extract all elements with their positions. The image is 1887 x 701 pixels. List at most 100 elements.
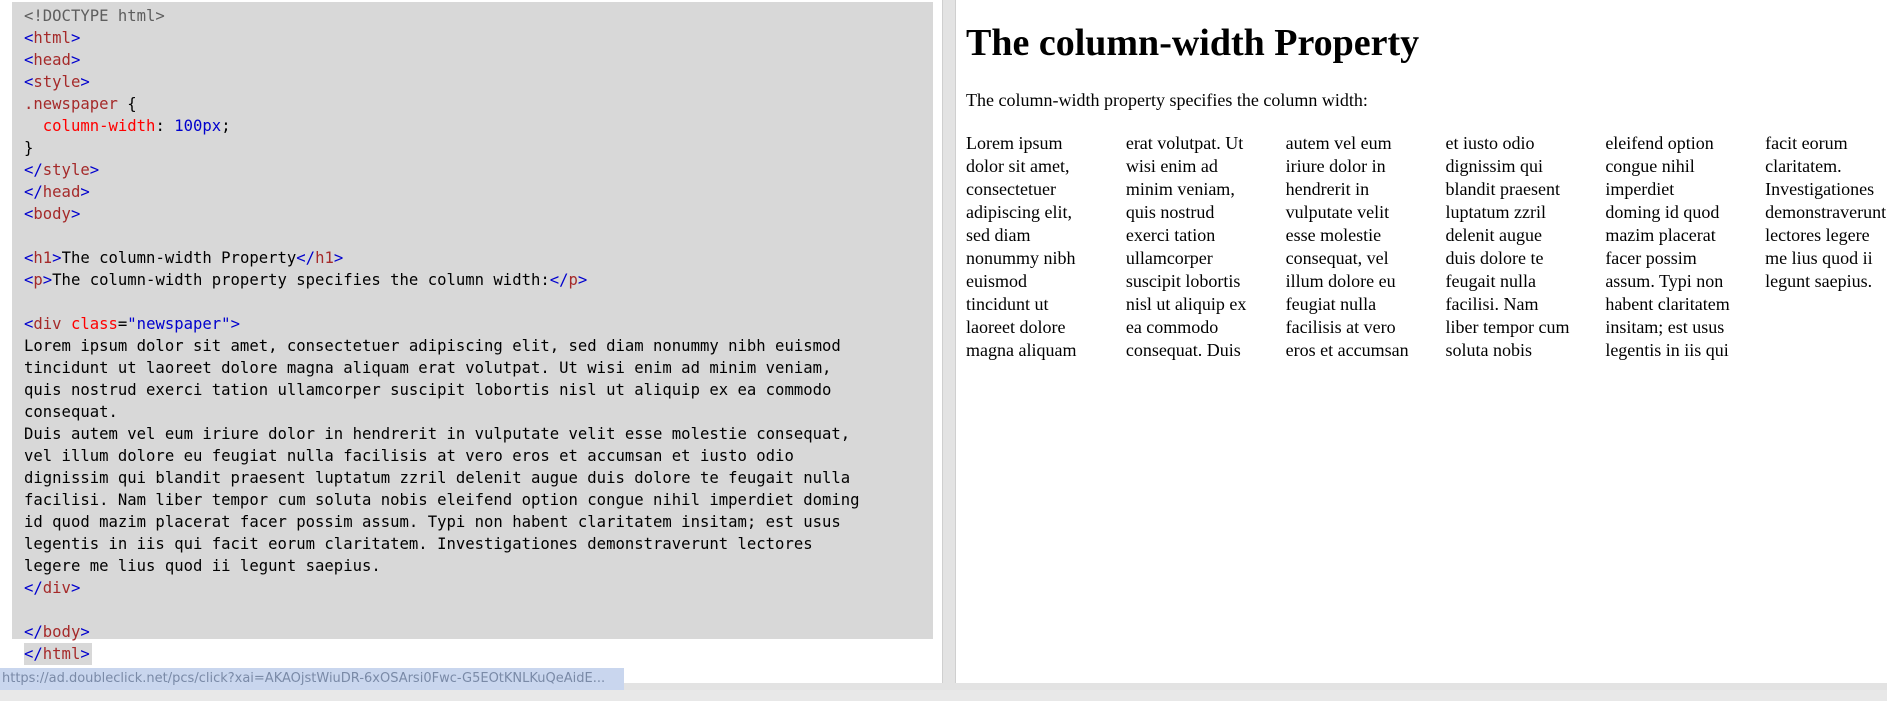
code-token: < [24,249,34,267]
code-token: </ [549,271,569,289]
result-preview-pane: The column-width Property The column-wid… [955,0,1887,683]
code-line: </head> [24,181,860,203]
code-token: Lorem ipsum dolor sit amet, consectetuer… [24,337,841,355]
code-token: ; [221,117,231,135]
code-token: > [333,249,344,267]
code-token: < [24,51,34,69]
code-line: } [24,137,860,159]
code-line: legere me lius quod ii legunt saepius. [24,555,860,577]
code-token: body [33,205,71,223]
code-token: style [33,73,81,91]
code-token: </ [24,161,43,179]
code-token: consequat. [24,403,118,421]
code-token: html [33,29,71,47]
code-line: <html> [24,27,860,49]
code-token: legere me lius quod ii legunt saepius. [24,557,381,575]
code-token: > [80,183,90,201]
code-token: > [70,205,81,223]
code-token: > [80,645,90,663]
code-line: dignissim qui blandit praesent luptatum … [24,467,860,489]
code-token: > [52,249,62,267]
code-token: div [33,315,62,333]
code-token: 100px [174,117,222,135]
code-token: > [80,73,90,91]
code-token: body [42,623,81,641]
code-line: </style> [24,159,860,181]
code-textarea[interactable]: <!DOCTYPE html> <html> <head> <style> .newsp… [12,2,933,665]
code-token: head [42,183,81,201]
code-token: > [577,271,588,289]
code-content[interactable]: <!DOCTYPE html> <html> <head> <style> .newsp… [24,5,860,665]
code-token: <!DOCTYPE html> [24,7,165,25]
code-token: } [24,139,34,157]
newspaper-columns: Lorem ipsum dolor sit amet, consectetuer… [966,133,1887,360]
code-token: h1 [33,249,53,267]
code-token: html [42,645,81,663]
code-token: < [24,315,34,333]
code-line: Duis autem vel eum iriure dolor in hendr… [24,423,860,445]
code-line-selected-tail: </html> [24,643,92,665]
code-line: Lorem ipsum dolor sit amet, consectetuer… [24,335,860,357]
result-document: The column-width Property The column-wid… [966,0,1887,362]
code-token: vel illum dolore eu feugiat nulla facili… [24,447,794,465]
code-token: : [155,117,175,135]
code-token: = [117,315,128,333]
code-token: > [42,271,53,289]
code-token: style [42,161,90,179]
code-line: legentis in iis qui facit eorum claritat… [24,533,860,555]
code-token: </ [24,183,43,201]
code-token: > [70,51,81,69]
code-token: tincidunt ut laoreet dolore magna aliqua… [24,359,832,377]
code-token: > [230,315,240,333]
code-token: class [70,315,118,333]
status-bar-url: https://ad.doubleclick.net/pcs/click?xai… [0,668,624,690]
code-line: <body> [24,203,860,225]
code-line: vel illum dolore eu feugiat nulla facili… [24,445,860,467]
code-line: tincidunt ut laoreet dolore magna aliqua… [24,357,860,379]
code-line: consequat. [24,401,860,423]
code-token: .newspaper [24,95,118,113]
code-line: <!DOCTYPE html> [24,5,860,27]
code-token: > [70,29,81,47]
code-line: <p>The column-width property specifies t… [24,269,860,291]
code-line: <style> [24,71,860,93]
code-token: dignissim qui blandit praesent luptatum … [24,469,851,487]
code-token: < [24,205,34,223]
code-token: h1 [315,249,334,267]
code-line: quis nostrud exerci tation ullamcorper s… [24,379,860,401]
bottom-scrollbar-area [0,690,1887,701]
code-line: column-width: 100px; [24,115,860,137]
code-token: > [70,579,81,597]
code-line: </div> [24,577,860,599]
code-token: { [117,95,137,113]
code-line: facilisi. Nam liber tempor cum soluta no… [24,489,860,511]
intro-paragraph: The column-width property specifies the … [966,90,1368,110]
code-token: "newspaper" [127,315,231,333]
code-line: <head> [24,49,860,71]
code-line: </body> [24,621,860,643]
code-token: </ [24,579,43,597]
code-token: < [24,29,34,47]
code-token: The column-width property specifies the … [52,271,550,289]
page-title: The column-width Property [966,22,1420,64]
code-line: .newspaper { [24,93,860,115]
code-token: > [80,623,90,641]
code-token: id quod mazim placerat facer possim assu… [24,513,841,531]
code-token: head [33,51,71,69]
code-line: </html> [24,643,860,665]
code-token: quis nostrud exerci tation ullamcorper s… [24,381,832,399]
code-token: > [89,161,100,179]
code-token: </ [296,249,316,267]
code-token: div [42,579,71,597]
code-token: < [24,271,34,289]
code-token: The column-width Property [61,249,297,267]
code-line: <h1>The column-width Property</h1> [24,247,860,269]
code-token: p [568,271,578,289]
code-editor-pane: <!DOCTYPE html> <html> <head> <style> .newsp… [0,0,943,683]
code-token: Duis autem vel eum iriure dolor in hendr… [24,425,851,443]
